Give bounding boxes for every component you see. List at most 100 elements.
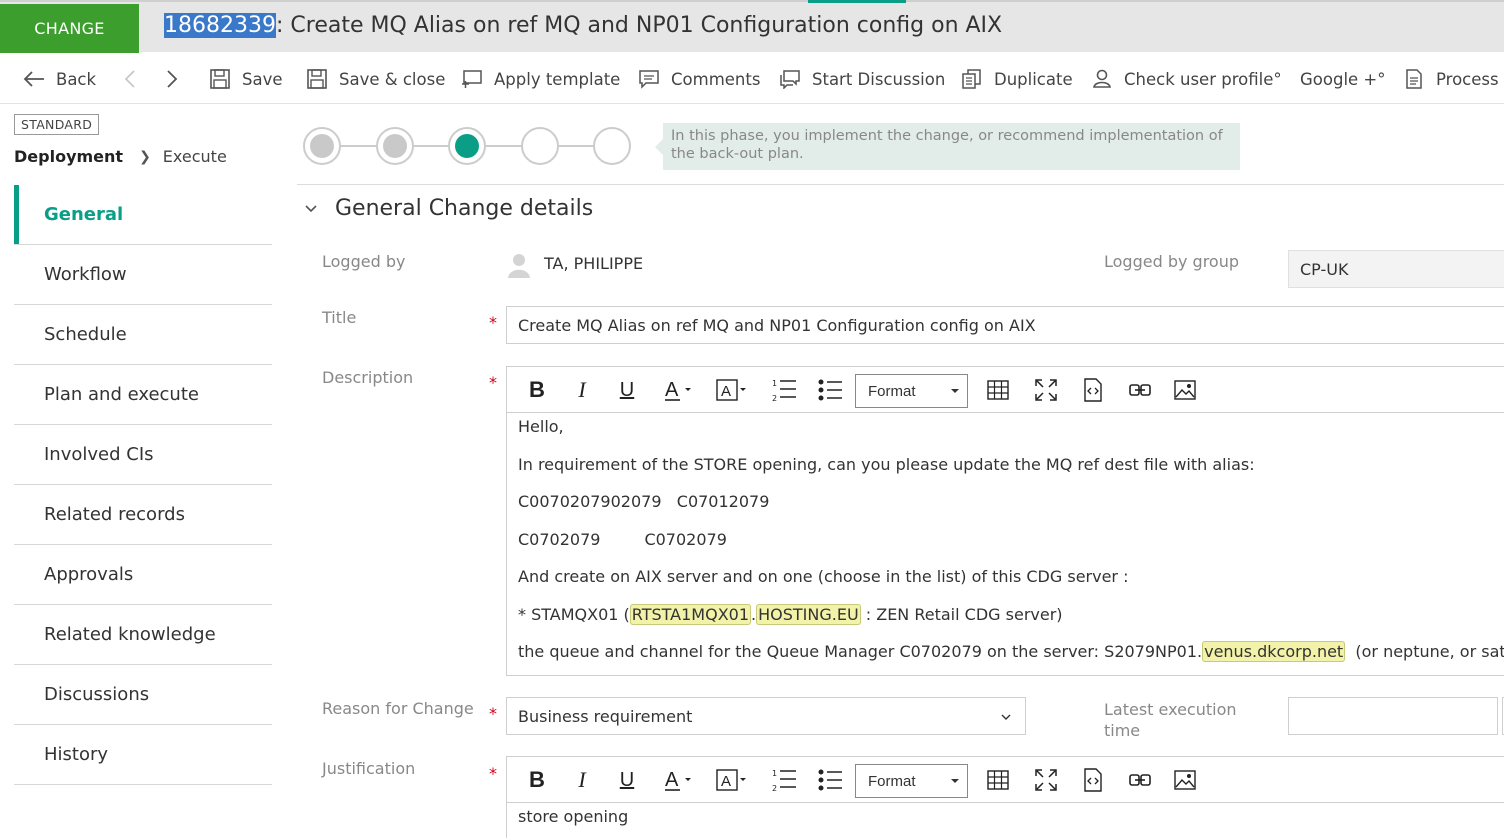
svg-text:2: 2: [772, 394, 777, 402]
chevron-down-icon: [1001, 714, 1011, 720]
link-icon[interactable]: [1129, 377, 1151, 403]
chevron-down-icon: [305, 204, 317, 212]
latest-execution-time-label-line: Latest execution: [1104, 700, 1237, 719]
phase-step-2[interactable]: [376, 127, 414, 165]
record-id[interactable]: 18682339: [164, 13, 276, 38]
image-icon[interactable]: [1174, 377, 1196, 403]
svg-text:A: A: [721, 383, 731, 400]
comments-button[interactable]: Comments: [637, 66, 760, 92]
nav-item-schedule[interactable]: Schedule: [14, 305, 272, 365]
user-icon: [1090, 67, 1114, 91]
table-icon[interactable]: [987, 767, 1009, 793]
check-user-profile-button[interactable]: Check user profile°: [1090, 66, 1282, 92]
section-nav: General Workflow Schedule Plan and execu…: [14, 185, 272, 785]
nav-item-related-knowledge[interactable]: Related knowledge: [14, 605, 272, 665]
previous-record-button[interactable]: [118, 66, 152, 92]
required-marker: *: [489, 373, 497, 392]
numbered-list-icon[interactable]: 12: [771, 377, 797, 403]
floppy-disk-icon: [305, 67, 329, 91]
fullscreen-icon[interactable]: [1034, 767, 1058, 793]
phase-step-5[interactable]: [593, 127, 631, 165]
description-line: * STAMQX01 (RTSTA1MQX01. HOSTING.EU : ZEN…: [518, 603, 1504, 643]
background-color-icon[interactable]: A: [715, 377, 749, 403]
comments-label: Comments: [671, 69, 761, 89]
description-line: C0702079 C0702079: [518, 530, 1504, 568]
font-color-icon[interactable]: A: [663, 767, 695, 793]
action-toolbar: Back Save Save & close Apply template Co…: [0, 52, 1504, 104]
background-color-icon[interactable]: A: [715, 767, 749, 793]
process-button[interactable]: Process d: [1402, 66, 1504, 92]
server-domain-link[interactable]: venus.dkcorp.net: [1202, 641, 1346, 662]
save-close-button[interactable]: Save & close: [305, 66, 445, 92]
italic-icon[interactable]: I: [572, 767, 592, 793]
nav-item-discussions[interactable]: Discussions: [14, 665, 272, 725]
description-content[interactable]: Hello, In requirement of the STORE openi…: [507, 413, 1504, 680]
host-link[interactable]: RTSTA1MQX01: [629, 603, 752, 625]
discussion-icon: [778, 67, 802, 91]
underline-icon[interactable]: U: [617, 767, 637, 793]
duplicate-button[interactable]: Duplicate: [960, 66, 1073, 92]
svg-text:A: A: [665, 769, 679, 791]
latest-execution-time-field[interactable]: [1288, 697, 1498, 735]
breadcrumb-step[interactable]: Execute: [163, 147, 227, 166]
google-button[interactable]: Google +°: [1300, 66, 1386, 92]
template-icon: [460, 67, 484, 91]
justification-content[interactable]: store opening: [507, 803, 1504, 838]
start-discussion-button[interactable]: Start Discussion: [778, 66, 945, 92]
phase-hint: In this phase, you implement the change,…: [655, 123, 1240, 170]
apply-template-button[interactable]: Apply template: [460, 66, 620, 92]
table-icon[interactable]: [987, 377, 1009, 403]
latest-execution-time-label-line: time: [1104, 721, 1141, 740]
nav-item-involved-cis[interactable]: Involved CIs: [14, 425, 272, 485]
underline-icon[interactable]: U: [617, 377, 637, 403]
section-title: General Change details: [335, 196, 594, 221]
next-record-button[interactable]: [160, 66, 194, 92]
title-field[interactable]: Create MQ Alias on ref MQ and NP01 Confi…: [506, 306, 1504, 344]
save-close-label: Save & close: [339, 69, 446, 89]
description-editor-toolbar: B I U A A 12 Format: [507, 367, 1504, 413]
nav-item-plan-and-execute[interactable]: Plan and execute: [14, 365, 272, 425]
format-dropdown[interactable]: Format: [855, 374, 968, 408]
fullscreen-icon[interactable]: [1034, 377, 1058, 403]
avatar: [508, 254, 530, 278]
description-line: C0070207902079 C07012079: [518, 492, 770, 511]
phase-step-3[interactable]: [448, 127, 486, 165]
numbered-list-icon[interactable]: 12: [771, 767, 797, 793]
back-button[interactable]: Back: [22, 66, 96, 92]
reason-for-change-value: Business requirement: [518, 706, 693, 726]
description-line: And create on AIX server and on one (cho…: [518, 567, 1129, 586]
phase-step-1[interactable]: [303, 127, 341, 165]
reason-for-change-select[interactable]: Business requirement: [506, 697, 1026, 735]
required-marker: *: [489, 704, 497, 723]
svg-text:A: A: [721, 773, 731, 790]
section-header[interactable]: General Change details: [304, 196, 593, 221]
font-color-icon[interactable]: A: [663, 377, 695, 403]
source-code-icon[interactable]: [1083, 767, 1103, 793]
breadcrumb-phase[interactable]: Deployment: [14, 147, 123, 166]
caret-down-icon: [951, 389, 959, 393]
phase-step-4[interactable]: [521, 127, 559, 165]
nav-item-history[interactable]: History: [14, 725, 272, 785]
nav-item-general[interactable]: General: [14, 185, 272, 245]
italic-icon[interactable]: I: [572, 377, 592, 403]
nav-item-related-records[interactable]: Related records: [14, 485, 272, 545]
format-dropdown[interactable]: Format: [855, 764, 968, 798]
save-button[interactable]: Save: [208, 66, 283, 92]
duplicate-icon: [960, 67, 984, 91]
nav-item-approvals[interactable]: Approvals: [14, 545, 272, 605]
logged-by-group-field[interactable]: CP-UK: [1288, 250, 1504, 288]
record-title: 18682339: Create MQ Alias on ref MQ and …: [164, 13, 1002, 38]
bullet-list-icon[interactable]: [817, 377, 843, 403]
description-text: * STAMQX01 (: [518, 604, 630, 624]
bold-icon[interactable]: B: [527, 377, 547, 403]
source-code-icon[interactable]: [1083, 377, 1103, 403]
description-line: Hello,: [518, 417, 564, 436]
link-icon[interactable]: [1129, 767, 1151, 793]
bold-icon[interactable]: B: [527, 767, 547, 793]
format-dropdown-label: Format: [868, 382, 916, 400]
nav-item-workflow[interactable]: Workflow: [14, 245, 272, 305]
domain-link[interactable]: HOSTING.EU: [756, 603, 861, 625]
bullet-list-icon[interactable]: [817, 767, 843, 793]
logged-by-value[interactable]: TA, PHILIPPE: [544, 254, 643, 273]
image-icon[interactable]: [1174, 767, 1196, 793]
